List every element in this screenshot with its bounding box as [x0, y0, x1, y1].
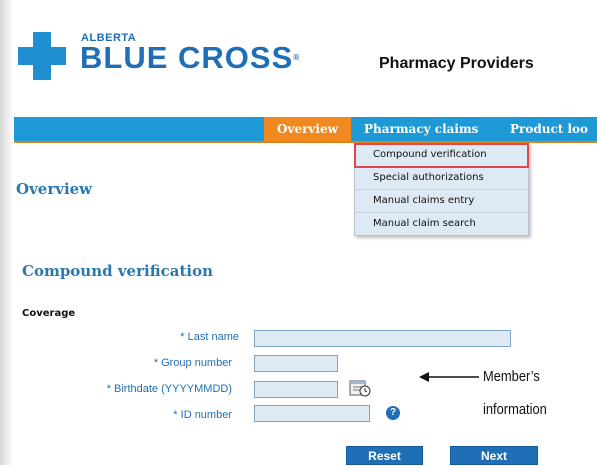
annotation-line-2: information	[483, 401, 547, 418]
nav-item-pharmacy-claims[interactable]: Pharmacy claims	[364, 117, 478, 141]
main-navigation: Overview Pharmacy claims Product loo	[14, 117, 597, 143]
next-button[interactable]: Next	[450, 446, 538, 465]
menu-item-manual-claim-search[interactable]: Manual claim search	[355, 213, 528, 235]
annotation-line-1: Member’s	[483, 368, 540, 385]
reset-button[interactable]: Reset	[346, 446, 423, 465]
cross-logo-icon	[18, 32, 66, 80]
last-name-field[interactable]	[254, 330, 511, 347]
group-number-label: * Group number	[153, 357, 232, 369]
calendar-icon[interactable]	[349, 378, 371, 398]
window-shadow-edge	[0, 0, 14, 465]
menu-item-compound-verification[interactable]: Compound verification	[354, 143, 529, 168]
arrow-left-icon	[419, 372, 479, 382]
page-frame: ALBERTA BLUE CROSS® Pharmacy Providers O…	[0, 0, 597, 465]
group-number-field[interactable]	[254, 355, 338, 372]
id-number-label: * ID number	[173, 409, 232, 421]
menu-item-special-authorizations[interactable]: Special authorizations	[355, 167, 528, 190]
section-heading: Compound verification	[22, 262, 213, 280]
last-name-label: * Last name	[180, 331, 239, 343]
brand-main-text: BLUE CROSS®	[80, 40, 301, 75]
brand-logo[interactable]: ALBERTA BLUE CROSS®	[18, 24, 348, 84]
birthdate-field[interactable]	[254, 381, 338, 398]
site-title: Pharmacy Providers	[379, 55, 534, 72]
id-number-field[interactable]	[254, 405, 370, 422]
nav-item-product-lookup[interactable]: Product loo	[510, 117, 588, 141]
help-icon[interactable]: ?	[386, 406, 400, 420]
birthdate-label: * Birthdate (YYYYMMDD)	[106, 383, 232, 395]
menu-item-manual-claims-entry[interactable]: Manual claims entry	[355, 190, 528, 213]
coverage-label: Coverage	[22, 308, 76, 319]
nav-item-overview[interactable]: Overview	[264, 117, 351, 141]
pharmacy-claims-dropdown: Compound verification Special authorizat…	[354, 143, 529, 236]
overview-heading: Overview	[16, 180, 93, 198]
